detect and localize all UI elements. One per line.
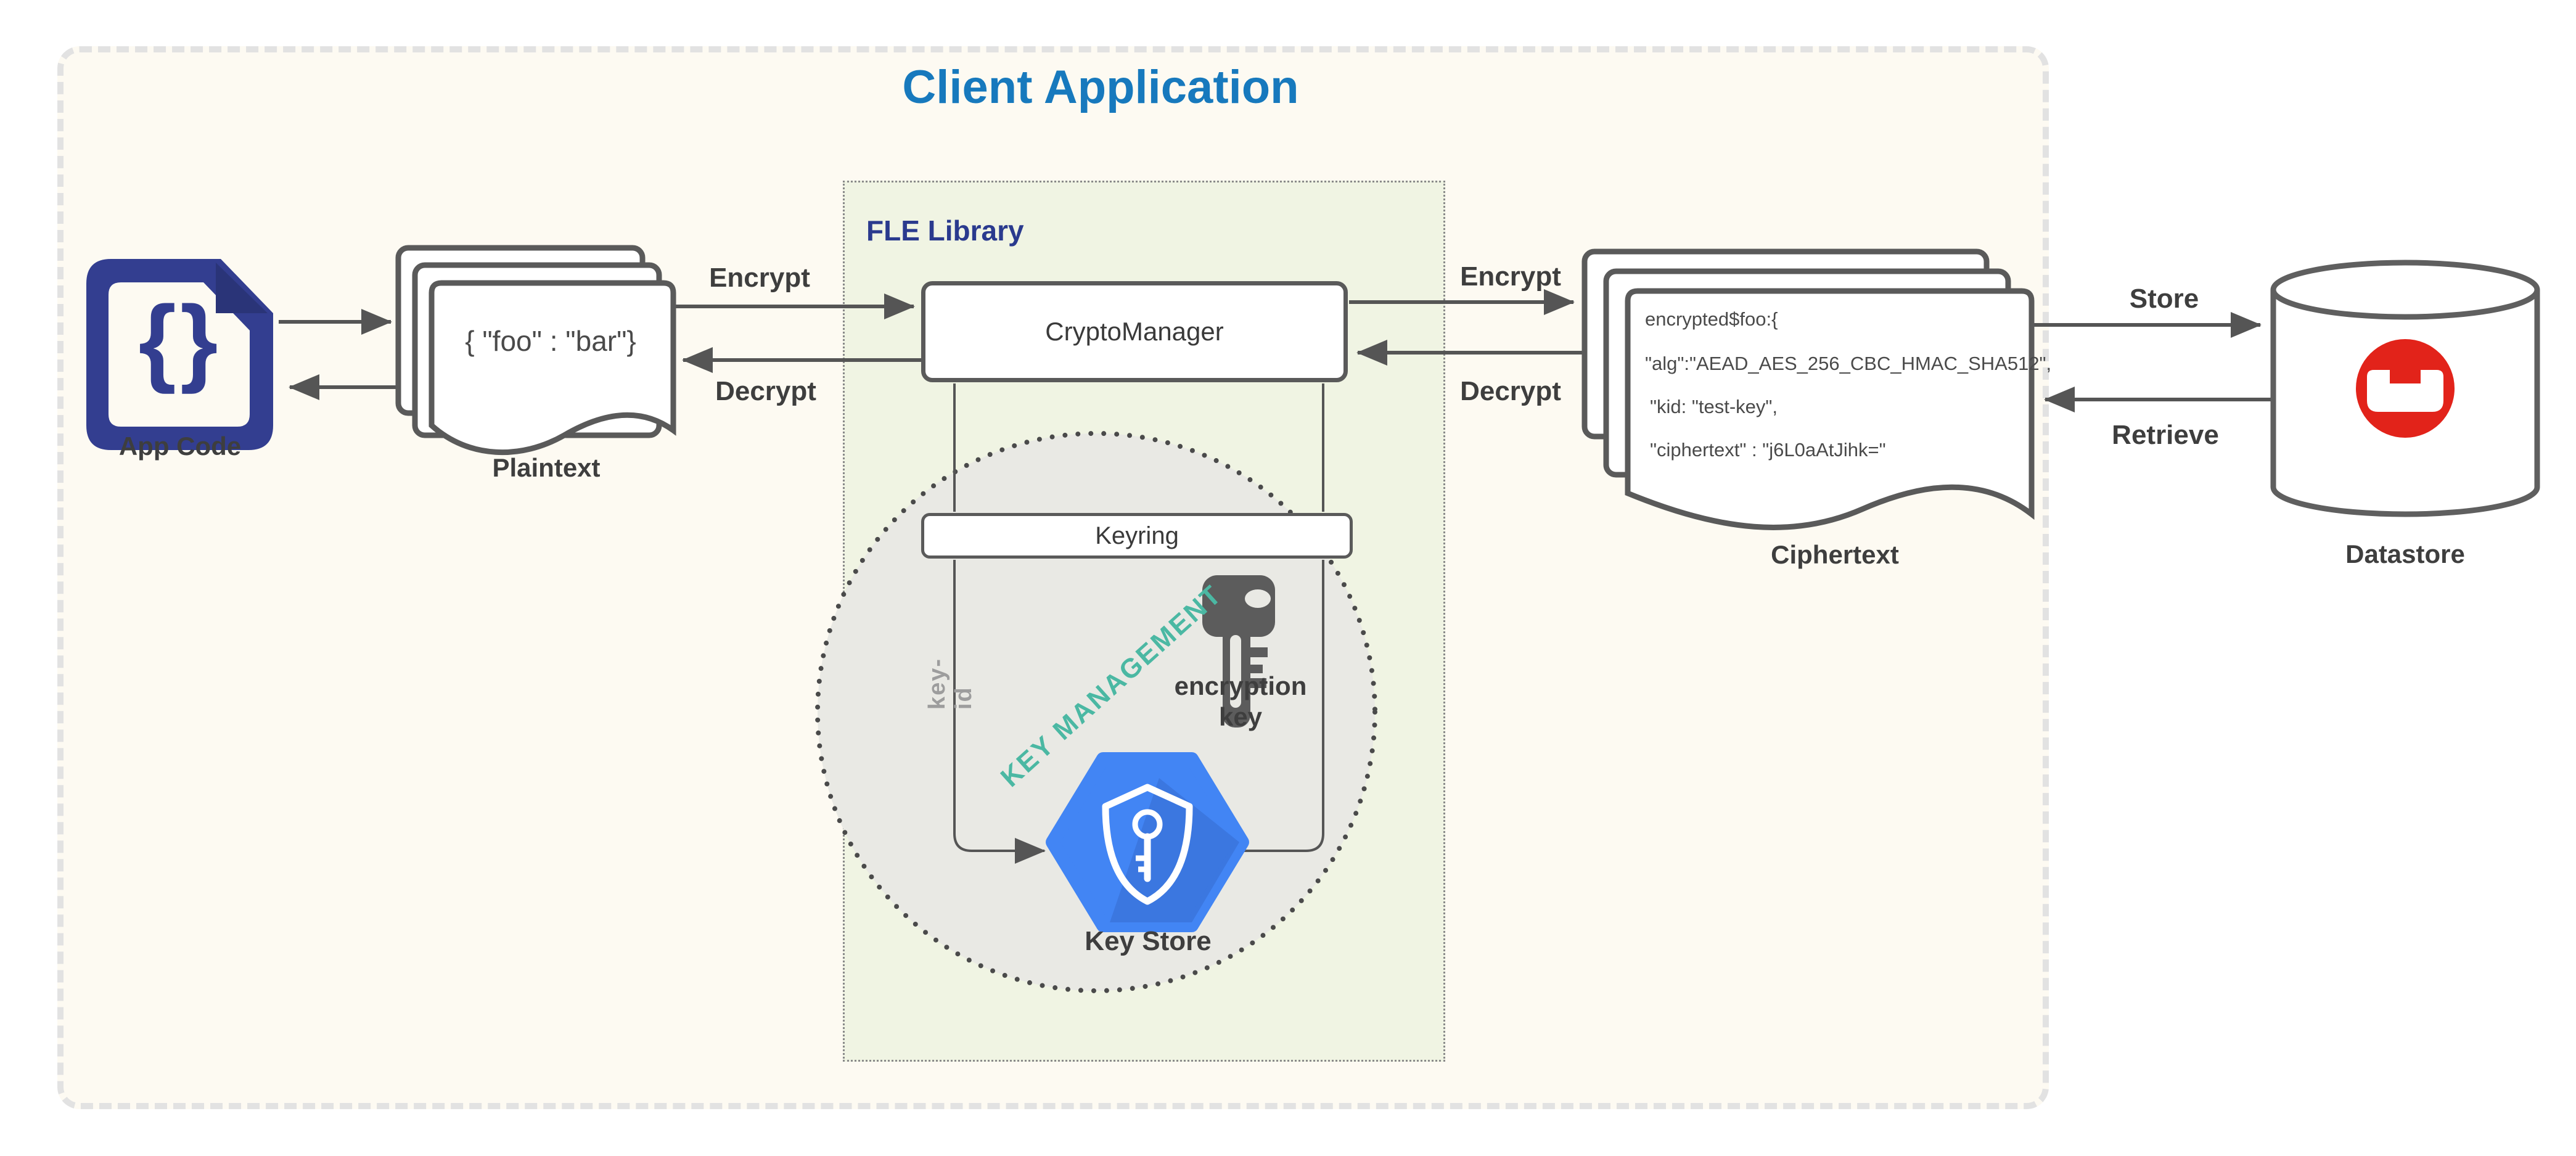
plaintext-label: Plaintext xyxy=(492,453,600,483)
encryption-key-label: encryption key xyxy=(1175,671,1307,732)
keyring-label: Keyring xyxy=(1095,522,1179,550)
store-label: Store xyxy=(2130,284,2199,314)
decrypt-label-right: Decrypt xyxy=(1460,376,1561,407)
ciphertext-line-1: encrypted$foo:{ xyxy=(1645,308,1778,330)
plaintext-content: { "foo" : "bar"} xyxy=(465,324,636,358)
diagram-canvas: Client Application FLE Library {} App Co… xyxy=(0,0,2576,1156)
retrieve-label: Retrieve xyxy=(2112,420,2219,451)
ciphertext-line-3: "kid: "test-key", xyxy=(1650,396,1778,418)
couchbase-logo-icon xyxy=(2356,339,2455,438)
ciphertext-line-4: "ciphertext" : "j6L0aAtJihk=" xyxy=(1650,439,1886,461)
decrypt-label-left: Decrypt xyxy=(715,376,816,407)
keyring-box: Keyring xyxy=(921,513,1353,559)
fle-library-title: FLE Library xyxy=(866,214,1024,247)
crypto-manager-box: CryptoManager xyxy=(921,281,1348,382)
code-braces-glyph: {} xyxy=(179,285,181,396)
ciphertext-label: Ciphertext xyxy=(1771,540,1899,570)
datastore-label: Datastore xyxy=(2345,539,2465,569)
crypto-manager-label: CryptoManager xyxy=(1045,317,1223,346)
page-title: Client Application xyxy=(902,60,1298,114)
key-management-label: KEY MANAGEMENT xyxy=(1111,686,1113,687)
key-id-label: key-id xyxy=(950,683,951,684)
encrypt-label-right: Encrypt xyxy=(1460,261,1561,292)
ciphertext-line-2: "alg":"AEAD_AES_256_CBC_HMAC_SHA512", xyxy=(1645,353,2051,375)
app-code-label: App Code xyxy=(119,432,241,461)
key-store-label: Key Store xyxy=(1085,926,1211,957)
encrypt-label-left: Encrypt xyxy=(709,263,810,293)
database-cylinder-icon xyxy=(2273,263,2537,514)
